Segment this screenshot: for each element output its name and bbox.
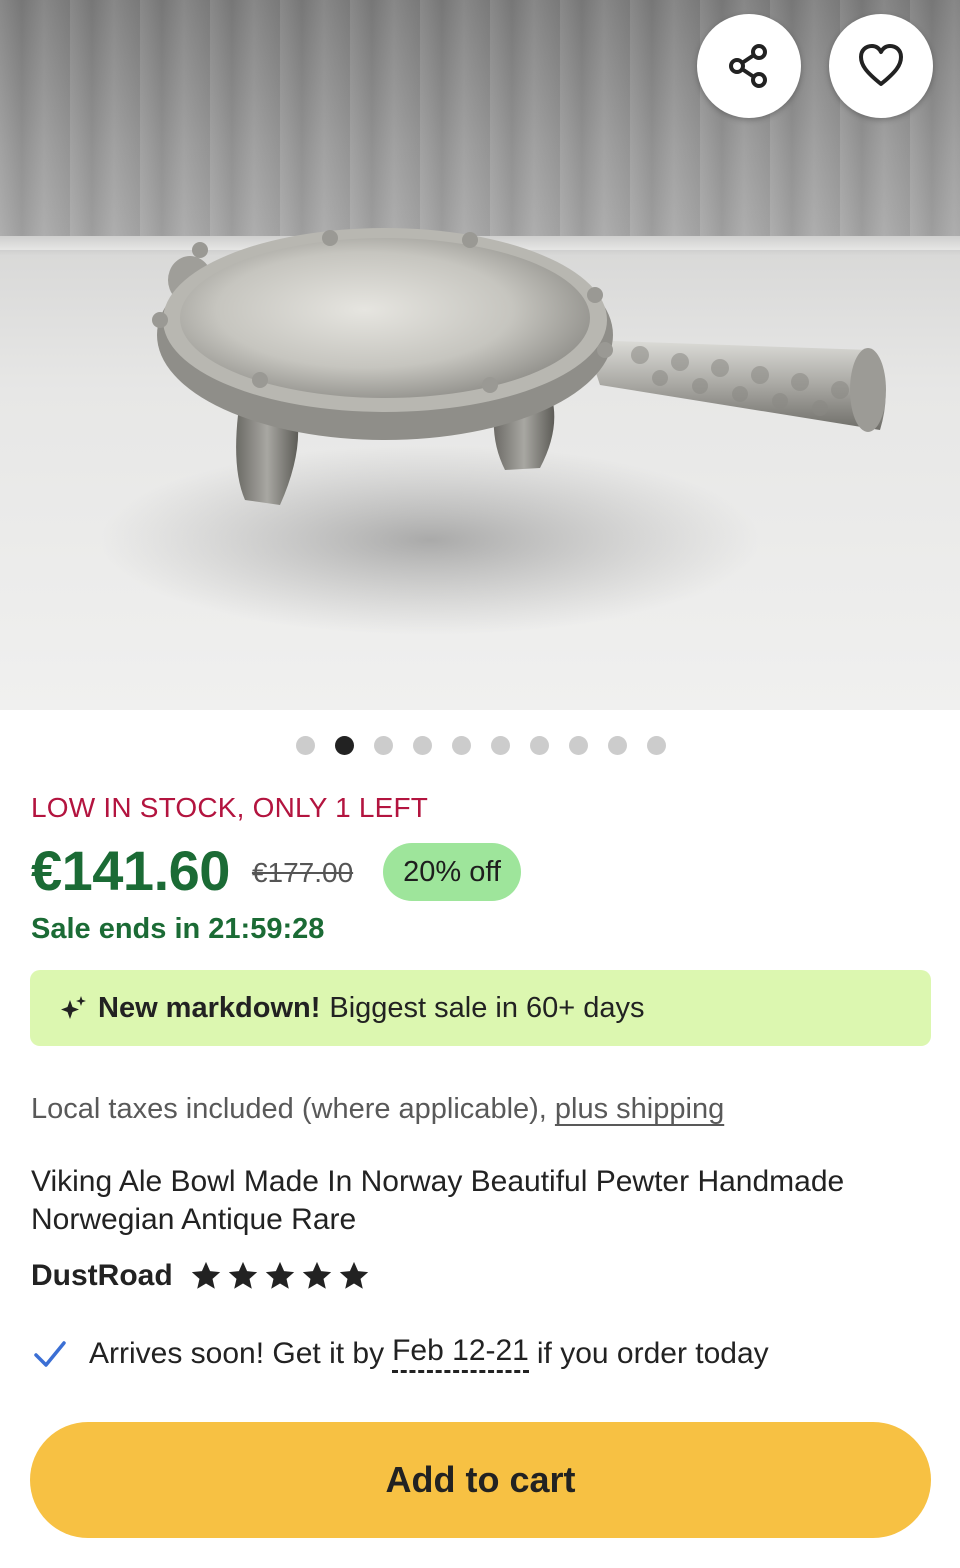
- carousel-dot[interactable]: [413, 736, 432, 755]
- rating-stars: [189, 1259, 371, 1293]
- delivery-dates[interactable]: Feb 12-21: [392, 1334, 529, 1373]
- shipping-link[interactable]: plus shipping: [555, 1093, 724, 1125]
- add-to-cart-button[interactable]: Add to cart: [30, 1422, 931, 1538]
- carousel-dot[interactable]: [335, 736, 354, 755]
- checkmark-icon: [34, 1340, 66, 1367]
- carousel-dot[interactable]: [530, 736, 549, 755]
- discount-badge: 20% off: [383, 843, 521, 901]
- pewter-bowl-illustration: [100, 228, 886, 635]
- markdown-text: Biggest sale in 60+ days: [329, 991, 645, 1024]
- listing-title: Viking Ale Bowl Made In Norway Beautiful…: [31, 1165, 845, 1236]
- markdown-banner: New markdown! Biggest sale in 60+ days: [30, 970, 931, 1046]
- current-price: €141.60: [31, 838, 230, 902]
- sale-countdown: Sale ends in 21:59:28: [31, 913, 325, 945]
- taxes-text: Local taxes included (where applicable),: [31, 1093, 547, 1125]
- carousel-dot[interactable]: [296, 736, 315, 755]
- markdown-highlight: New markdown!: [98, 991, 321, 1024]
- delivery-suffix: if you order today: [536, 1336, 769, 1370]
- heart-icon: [859, 44, 903, 86]
- star-icon: [228, 1261, 257, 1289]
- share-icon: [729, 44, 767, 88]
- star-icon: [339, 1261, 368, 1289]
- image-carousel-dots: [0, 736, 960, 755]
- stock-notice: LOW IN STOCK, ONLY 1 LEFT: [31, 792, 429, 823]
- carousel-dot[interactable]: [452, 736, 471, 755]
- shop-name-link[interactable]: DustRoad: [31, 1259, 173, 1293]
- original-price: €177.00: [251, 857, 354, 888]
- carousel-dot[interactable]: [569, 736, 588, 755]
- delivery-prefix: Arrives soon! Get it by: [89, 1336, 385, 1370]
- carousel-dot[interactable]: [647, 736, 666, 755]
- carousel-dot[interactable]: [608, 736, 627, 755]
- seller-row: DustRoad: [31, 1259, 371, 1293]
- carousel-dot[interactable]: [491, 736, 510, 755]
- star-icon: [191, 1261, 220, 1289]
- star-icon: [265, 1261, 294, 1289]
- taxes-note: Local taxes included (where applicable),…: [31, 1093, 724, 1126]
- delivery-estimate: Arrives soon! Get it by Feb 12-21 if you…: [31, 1334, 769, 1373]
- carousel-dot[interactable]: [374, 736, 393, 755]
- sparkle-icon: [61, 996, 86, 1019]
- price-row: €141.60 €177.00 20% off: [31, 836, 521, 904]
- star-icon: [302, 1261, 331, 1289]
- share-button[interactable]: [697, 14, 801, 118]
- product-image[interactable]: [0, 0, 960, 710]
- favorite-button[interactable]: [829, 14, 933, 118]
